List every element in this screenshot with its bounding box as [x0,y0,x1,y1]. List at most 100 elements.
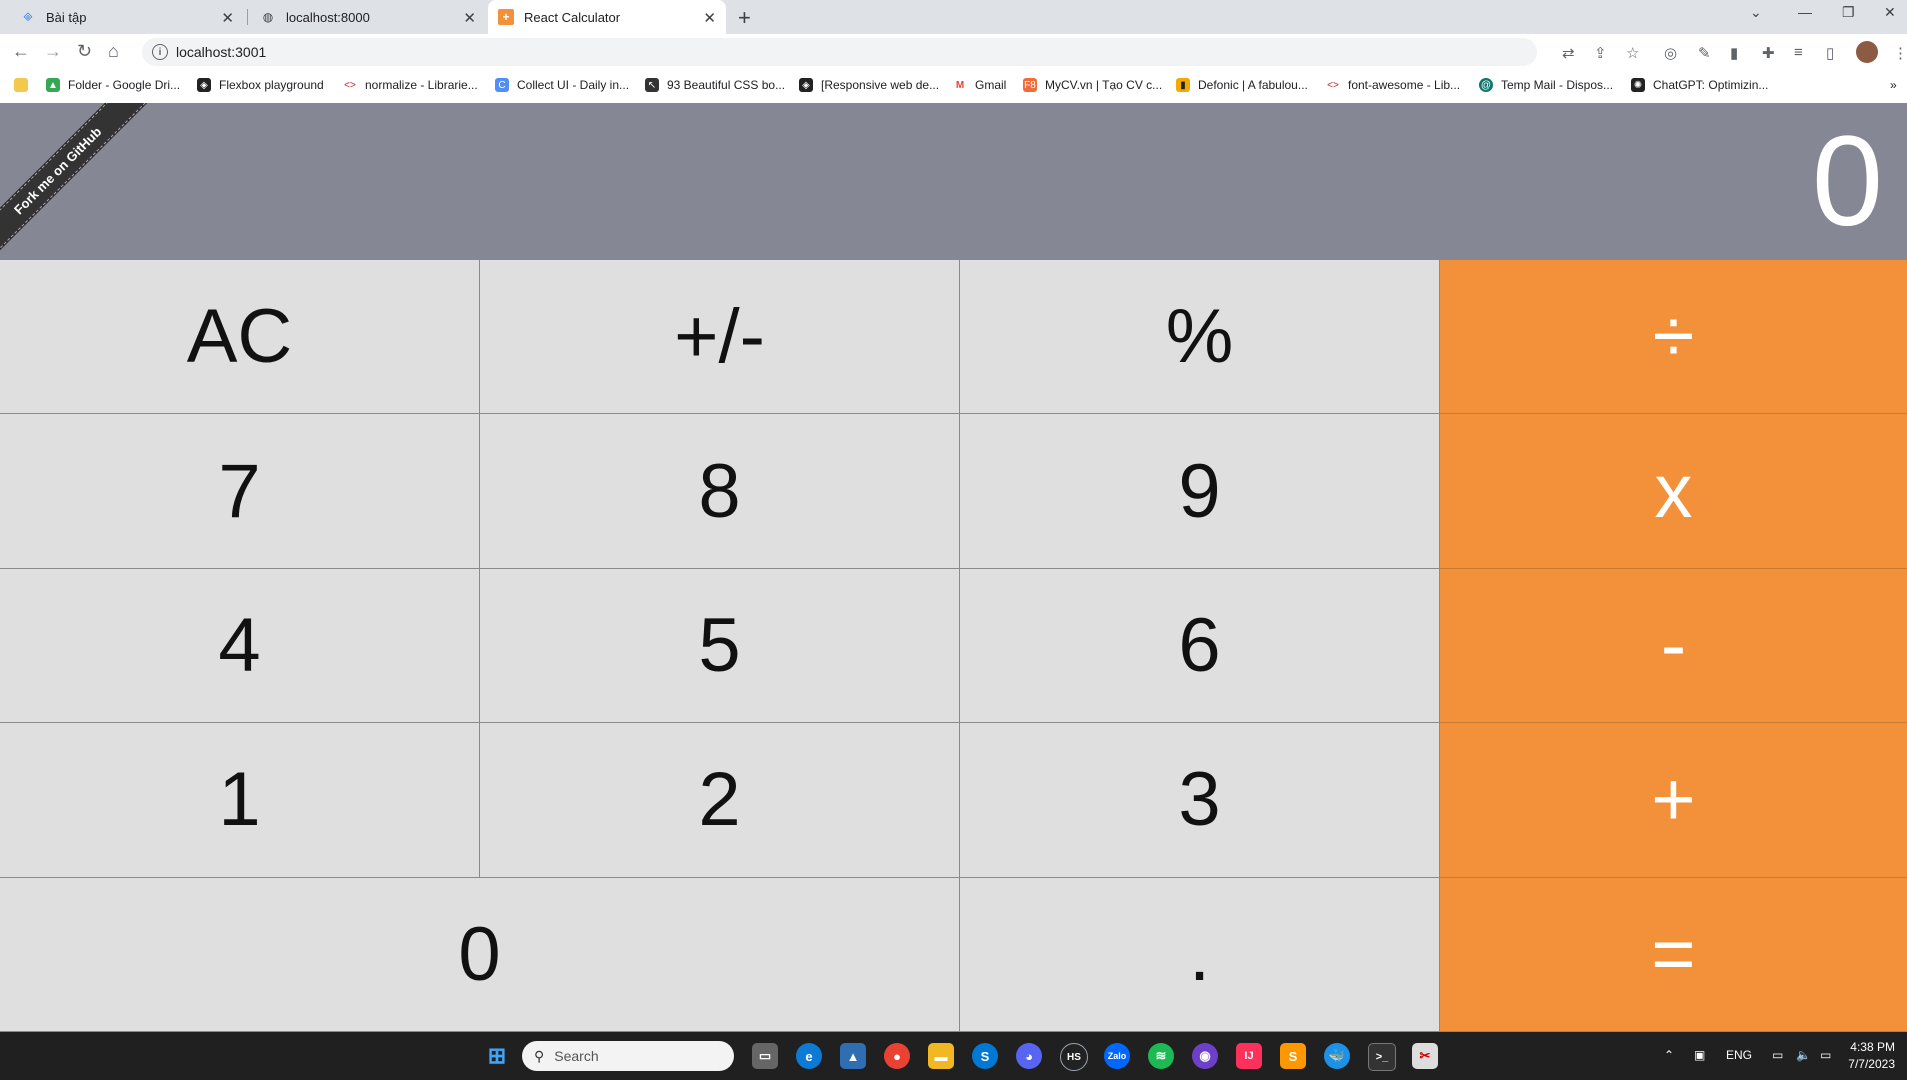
more-bookmarks-icon[interactable]: » [1890,78,1897,92]
spotify-icon[interactable]: ≋ [1148,1043,1174,1069]
divide-button[interactable]: ÷ [1440,260,1907,415]
bookmark-star-icon[interactable]: ☆ [1626,44,1639,62]
close-icon[interactable]: ✕ [703,9,716,27]
reading-list-icon[interactable]: ≡ [1794,44,1803,61]
clock-time: 4:38 PM [1850,1040,1895,1054]
clear-button[interactable]: AC [0,260,480,415]
bookmark-item[interactable]: C Collect UI - Daily in... [495,78,629,92]
digit-3-button[interactable]: 3 [960,723,1440,878]
volume-icon[interactable]: 🔈 [1796,1048,1811,1062]
hs-app-icon[interactable]: HS [1060,1043,1088,1071]
address-bar[interactable]: i localhost:3001 [142,38,1537,66]
bookmark-item[interactable]: ↖ 93 Beautiful CSS bo... [645,78,785,92]
bookmark-label: ChatGPT: Optimizin... [1653,78,1769,92]
digit-6-button[interactable]: 6 [960,568,1440,724]
display-value: 0 [1811,110,1883,253]
home-icon[interactable]: ⌂ [108,41,119,62]
photos-icon[interactable]: ▲ [840,1043,866,1069]
taskbar-search-box[interactable]: ⚲ Search [522,1041,734,1071]
tray-app-icon[interactable]: ▣ [1694,1048,1705,1062]
bookmark-item[interactable]: <> font-awesome - Lib... [1326,78,1460,92]
docker-icon[interactable]: 🐳 [1324,1043,1350,1069]
digit-9-button[interactable]: 9 [960,414,1440,569]
digit-4-button[interactable]: 4 [0,568,480,724]
back-icon[interactable]: ← [12,41,30,62]
digit-2-button[interactable]: 2 [480,723,960,878]
close-icon[interactable]: ✕ [221,9,234,27]
bookmark-label: Temp Mail - Dispos... [1501,78,1614,92]
close-window-icon[interactable]: ✕ [1884,4,1896,21]
cursor-icon: ↖ [645,78,659,92]
edge-icon[interactable]: e [796,1043,822,1069]
github-desktop-icon[interactable]: ◉ [1192,1043,1218,1069]
digit-5-button[interactable]: 5 [480,568,960,724]
bookmark-item[interactable]: ◈ Flexbox playground [197,78,324,92]
bookmark-label: Collect UI - Daily in... [517,78,630,92]
tray-chevron-icon[interactable]: ⌃ [1664,1048,1674,1062]
digit-8-button[interactable]: 8 [480,414,960,569]
menu-kebab-icon[interactable]: ⋮ [1893,44,1907,62]
file-explorer-icon[interactable]: ▬ [928,1043,954,1069]
profile-avatar[interactable] [1856,41,1878,63]
share-icon[interactable]: ⇪ [1594,44,1607,62]
translate-icon[interactable]: ⇄ [1562,44,1575,62]
add-button[interactable]: + [1440,723,1907,878]
google-drive-icon: ▲ [46,78,60,92]
side-panel-icon[interactable]: ▯ [1826,44,1834,62]
extensions-puzzle-icon[interactable]: ✚ [1762,44,1775,62]
bookmark-label: Defonic | A fabulou... [1198,78,1308,92]
bookmark-item[interactable]: ▮ Defonic | A fabulou... [1176,78,1308,92]
extension-battery-icon[interactable]: ▮ [1730,44,1738,62]
forward-icon[interactable]: → [44,41,62,62]
tab-localhost-8000[interactable]: ◍ localhost:8000 ✕ [250,0,486,34]
skype-icon[interactable]: S [972,1043,998,1069]
percent-button[interactable]: % [960,260,1440,415]
tab-bai-tap[interactable]: 🞜 Bài tập ✕ [8,0,244,34]
subtract-button[interactable]: - [1440,568,1907,724]
extension-pen-icon[interactable]: ✎ [1698,44,1711,62]
zalo-icon[interactable]: Zalo [1104,1043,1130,1069]
digit-7-button[interactable]: 7 [0,414,480,569]
reload-icon[interactable]: ↻ [77,41,92,62]
bookmark-item[interactable]: ▲ Folder - Google Dri... [46,78,180,92]
digit-1-button[interactable]: 1 [0,723,480,878]
snipping-tool-icon[interactable]: ✂ [1412,1043,1438,1069]
terminal-icon[interactable]: >_ [1368,1043,1396,1071]
bookmark-item[interactable]: M Gmail [953,78,1007,92]
network-icon[interactable]: ▭ [1772,1048,1783,1062]
defonic-icon: ▮ [1176,78,1190,92]
close-icon[interactable]: ✕ [463,9,476,27]
tab-react-calculator[interactable]: + React Calculator ✕ [488,0,726,34]
intellij-icon[interactable]: IJ [1236,1043,1262,1069]
digit-0-button[interactable]: 0 [0,877,960,1032]
decimal-button[interactable]: . [960,877,1440,1032]
bookmark-item[interactable]: <> normalize - Librarie... [343,78,478,92]
language-indicator[interactable]: ENG [1726,1048,1752,1062]
equals-button[interactable]: = [1440,877,1907,1032]
windows-start-icon[interactable]: ⊞ [484,1043,510,1069]
system-clock[interactable]: 4:38 PM 7/7/2023 [1848,1039,1895,1073]
bookmarks-bar: ▲ Folder - Google Dri... ◈ Flexbox playg… [0,70,1907,104]
bookmark-folder[interactable] [14,78,36,92]
battery-icon[interactable]: ▭ [1820,1048,1831,1062]
bookmark-item[interactable]: ◈ [Responsive web de... [799,78,939,92]
task-view-icon[interactable]: ▭ [752,1043,778,1069]
tab-title: localhost:8000 [286,9,370,25]
discord-icon[interactable]: ◕ [1016,1043,1042,1069]
extension-compass-icon[interactable]: ◎ [1664,44,1677,62]
tab-search-icon[interactable]: ⌄ [1750,4,1762,21]
new-tab-button[interactable]: + [738,5,751,31]
chrome-icon[interactable]: ● [884,1043,910,1069]
multiply-button[interactable]: x [1440,414,1907,569]
bookmark-label: normalize - Librarie... [365,78,478,92]
bookmark-item[interactable]: ✺ ChatGPT: Optimizin... [1631,78,1768,92]
bookmark-item[interactable]: @ Temp Mail - Dispos... [1479,78,1613,92]
site-info-icon[interactable]: i [152,44,168,60]
sublime-icon[interactable]: S [1280,1043,1306,1069]
sign-toggle-button[interactable]: +/- [480,260,960,415]
fork-me-ribbon[interactable]: Fork me on GitHub [0,103,146,259]
tempmail-icon: @ [1479,78,1493,92]
bookmark-item[interactable]: F8 MyCV.vn | Tạo CV c... [1023,78,1162,92]
minimize-icon[interactable]: — [1798,4,1812,20]
restore-icon[interactable]: ❐ [1842,4,1855,21]
